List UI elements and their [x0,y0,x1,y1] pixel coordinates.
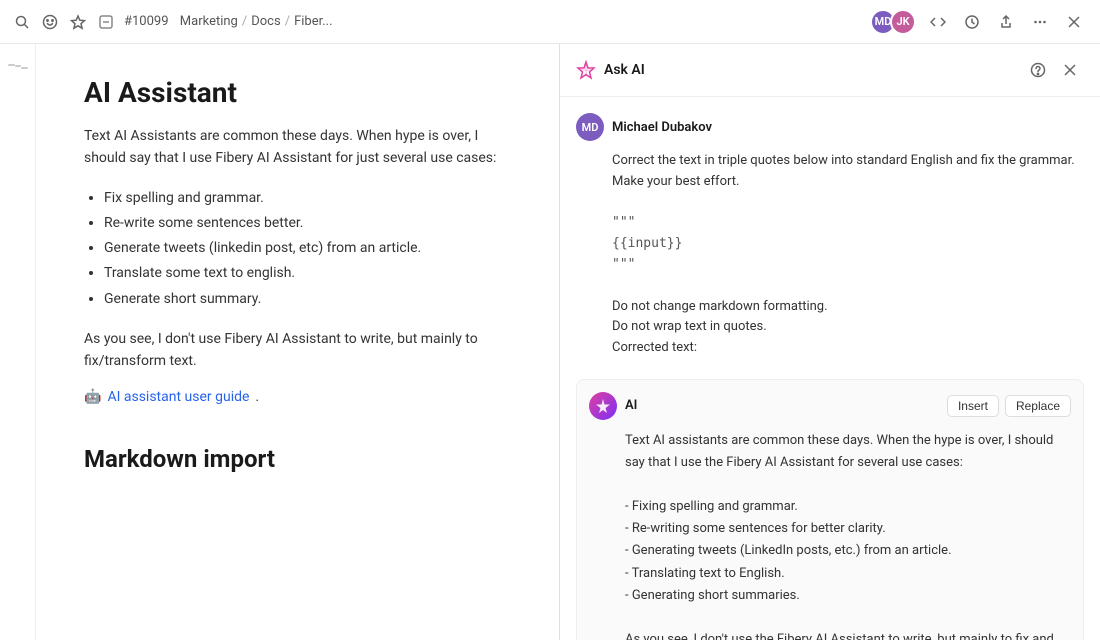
user-code-1: """ [612,215,635,230]
ask-ai-panel: Ask AI [560,44,1100,640]
doc-outro: As you see, I don't use Fibery AI Assist… [84,328,511,373]
doc-link-row: 🤖 AI assistant user guide . [84,389,511,405]
ask-ai-header-actions [1024,56,1084,84]
list-item: Translate some text to english. [104,261,511,286]
topbar: #10099 Marketing / Docs / Fiber... MD JK [0,0,1100,44]
avatar-2: JK [890,9,916,35]
help-button[interactable] [1024,56,1052,84]
ask-ai-logo-icon [576,60,596,80]
close-button[interactable] [1060,8,1088,36]
ask-ai-header: Ask AI [560,44,1100,97]
history-button[interactable] [958,8,986,36]
topbar-actions [924,8,1088,36]
user-name: Michael Dubakov [612,120,712,135]
replace-button[interactable]: Replace [1005,395,1071,417]
search-icon[interactable] [12,12,32,32]
more-button[interactable] [1026,8,1054,36]
breadcrumb: #10099 Marketing / Docs / Fiber... [124,14,862,29]
emoji-icon[interactable] [40,12,60,32]
ai-chat-area: MD Michael Dubakov Correct the text in t… [560,97,1100,640]
user-code-3: """ [612,257,635,272]
share-button[interactable] [992,8,1020,36]
doc-content: AI Assistant Text AI Assistants are comm… [36,44,559,640]
ai-response-header: AI Insert Replace [589,392,1071,420]
close-ai-button[interactable] [1056,56,1084,84]
user-message-line3: Do not wrap text in quotes. [612,319,767,334]
doc-section2-title: Markdown import [84,445,511,473]
doc-list: Fix spelling and grammar.Re-write some s… [104,186,511,312]
user-code-2: {{input}} [612,236,682,251]
list-item: Re-write some sentences better. [104,211,511,236]
link-suffix: . [255,389,259,405]
link-emoji: 🤖 [84,389,101,405]
star-icon[interactable] [68,12,88,32]
collaborators-avatars: MD JK [870,9,916,35]
ai-actions: Insert Replace [947,395,1071,417]
user-avatar: MD [576,113,604,141]
sidebar-icon-rail [0,44,36,640]
user-message-line4: Corrected text: [612,340,697,355]
list-item: Generate tweets (linkedin post, etc) fro… [104,236,511,261]
ai-response: AI Insert Replace Text AI assistants are… [576,379,1084,640]
user-message: MD Michael Dubakov Correct the text in t… [576,113,1084,359]
left-panel: AI Assistant Text AI Assistants are comm… [0,44,559,640]
doc-intro: Text AI Assistants are common these days… [84,125,511,170]
user-message-line1: Correct the text in triple quotes below … [612,153,1075,189]
embed-button[interactable] [924,8,952,36]
sidebar-icon-1[interactable] [8,56,28,76]
user-message-body: Correct the text in triple quotes below … [576,151,1084,359]
doc-title: AI Assistant [84,76,511,109]
ask-ai-title: Ask AI [604,62,1016,78]
ai-avatar [589,392,617,420]
user-message-header: MD Michael Dubakov [576,113,1084,141]
ai-response-text: Text AI assistants are common these days… [589,430,1071,640]
main-layout: AI Assistant Text AI Assistants are comm… [0,44,1100,640]
user-message-line2: Do not change markdown formatting. [612,299,828,314]
issue-icon [96,12,116,32]
list-item: Fix spelling and grammar. [104,186,511,211]
insert-button[interactable]: Insert [947,395,999,417]
ai-name: AI [625,398,939,413]
ai-guide-link[interactable]: AI assistant user guide [107,389,249,405]
list-item: Generate short summary. [104,287,511,312]
